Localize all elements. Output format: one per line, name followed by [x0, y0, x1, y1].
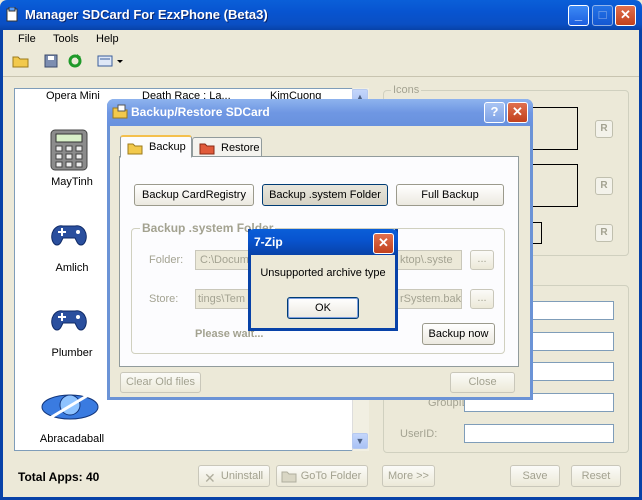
user-id-field[interactable] — [464, 424, 614, 443]
tab-restore-label: Restore — [221, 142, 260, 154]
zip-close-icon[interactable]: ✕ — [373, 233, 394, 254]
ok-button[interactable]: OK — [287, 297, 359, 319]
backup-now-button[interactable]: Backup now — [422, 323, 495, 345]
backup-system-folder-button[interactable]: Backup .system Folder — [262, 184, 388, 206]
open-folder-icon[interactable] — [11, 53, 31, 73]
backup-tab-icon — [127, 141, 143, 162]
window-title: Manager SDCard For EzxPhone (Beta3) — [25, 7, 268, 22]
reset-button: Reset — [571, 465, 621, 487]
uninstall-label: Uninstall — [220, 470, 264, 482]
menu-help[interactable]: Help — [96, 33, 119, 45]
title-bar[interactable]: Manager SDCard For EzxPhone (Beta3) _ □ … — [0, 0, 642, 30]
icon-preview-2 — [528, 164, 578, 207]
view-icon[interactable] — [95, 53, 125, 73]
x-icon: ✕ — [204, 470, 216, 486]
backup-dialog-titlebar[interactable]: Backup/Restore SDCard — [107, 99, 533, 126]
browse-store-button: ... — [470, 289, 494, 309]
store-field-text-tail: rSystem.bak — [400, 293, 462, 305]
zip-dialog-title: 7-Zip — [254, 235, 283, 249]
total-apps-label: Total Apps: 40 — [18, 470, 100, 484]
calculator-icon[interactable] — [47, 128, 91, 172]
browse-folder-button: ... — [470, 250, 494, 270]
folder-field-text: C:\Docum — [200, 254, 249, 266]
full-backup-button[interactable]: Full Backup — [396, 184, 504, 206]
close-icon[interactable]: ✕ — [615, 5, 636, 26]
menu-tools[interactable]: Tools — [53, 33, 79, 45]
help-icon[interactable]: ? — [484, 102, 505, 123]
goto-folder-button: GoTo Folder — [276, 465, 368, 487]
uninstall-button: ✕ Uninstall — [198, 465, 270, 487]
scroll-down-icon[interactable]: ▼ — [352, 433, 368, 449]
tab-backup-label: Backup — [149, 141, 186, 153]
more-button: More >> — [382, 465, 435, 487]
backup-dialog-close-icon[interactable]: ✕ — [507, 102, 528, 123]
zip-message: Unsupported archive type — [260, 267, 386, 279]
backup-dialog-title: Backup/Restore SDCard — [131, 105, 270, 119]
backup-cardregistry-button[interactable]: Backup CardRegistry — [134, 184, 254, 206]
app-name-opera[interactable]: Opera Mini — [46, 90, 100, 102]
maximize-icon: □ — [592, 5, 613, 26]
menu-bar: File Tools Help — [3, 30, 639, 50]
menu-file[interactable]: File — [18, 33, 36, 45]
folder-icon — [281, 469, 297, 490]
goto-folder-label: GoTo Folder — [300, 470, 362, 482]
clear-old-files-button: Clear Old files — [120, 372, 201, 393]
store-label: Store: — [149, 293, 179, 305]
icons-group-label: Icons — [391, 84, 422, 96]
folder-field-text-tail: ktop\.syste — [400, 254, 453, 266]
game-logo-icon[interactable] — [37, 383, 103, 427]
gamepad-icon[interactable] — [47, 297, 91, 341]
refresh-icon[interactable] — [65, 53, 85, 73]
reset-icon-button-2[interactable]: R — [595, 177, 613, 195]
gamepad-icon[interactable] — [47, 212, 91, 256]
icon-preview-1 — [528, 107, 578, 150]
close-dialog-button: Close — [450, 372, 515, 393]
minimize-icon[interactable]: _ — [568, 5, 589, 26]
save-icon[interactable] — [41, 53, 61, 73]
toolbar — [3, 50, 639, 77]
app-name-abracadaball[interactable]: Abracadaball — [17, 433, 127, 445]
reset-icon-button-3[interactable]: R — [595, 224, 613, 242]
tab-backup[interactable]: Backup — [120, 135, 192, 158]
reset-icon-button-1[interactable]: R — [595, 120, 613, 138]
backup-dialog-icon — [112, 104, 128, 123]
folder-label: Folder: — [149, 254, 184, 266]
app-icon — [6, 6, 20, 23]
user-id-label: UserID: — [400, 428, 438, 440]
save-button: Save — [510, 465, 560, 487]
store-field-text: tings\Tem — [198, 293, 246, 305]
